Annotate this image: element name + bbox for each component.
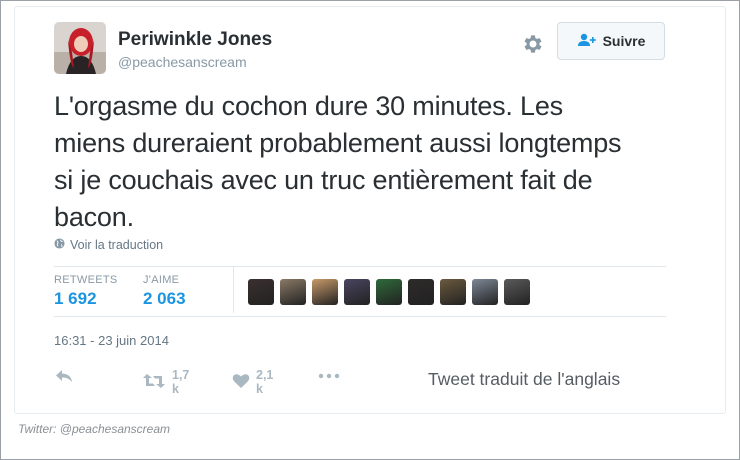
liker-avatar[interactable]	[504, 279, 530, 305]
like-count: 2,1 k	[256, 368, 274, 396]
tweet-timestamp[interactable]: 16:31 - 23 juin 2014	[54, 333, 169, 348]
retweets-label: RETWEETS	[54, 274, 118, 286]
liker-avatar[interactable]	[280, 279, 306, 305]
image-caption: Twitter: @peachesanscream	[18, 422, 171, 436]
likes-label: J'AIME	[143, 274, 180, 286]
retweet-button[interactable]: 1,7 k	[142, 368, 189, 396]
tweet-line: bacon.	[54, 202, 134, 232]
reply-button[interactable]	[54, 368, 74, 387]
tweet-line: miens dureraient probablement aussi long…	[54, 128, 622, 158]
translate-label: Voir la traduction	[70, 238, 164, 252]
divider	[54, 316, 666, 317]
tweet-line: L'orgasme du cochon dure 30 minutes. Les	[54, 91, 563, 121]
likes-count: 2 063	[143, 289, 186, 308]
like-button[interactable]: 2,1 k	[232, 368, 273, 396]
retweet-count: 1,7 k	[172, 368, 190, 396]
translate-link[interactable]: Voir la traduction	[54, 238, 163, 252]
more-button[interactable]	[318, 368, 340, 387]
retweet-icon	[142, 373, 166, 392]
add-user-icon	[577, 33, 597, 50]
tweet-line: si je couchais avec un truc entièrement …	[54, 165, 593, 195]
more-icon	[318, 368, 340, 387]
translated-note: Tweet traduit de l'anglais	[428, 369, 621, 389]
liker-avatar[interactable]	[408, 279, 434, 305]
follow-label: Suivre	[602, 33, 646, 49]
liker-avatar[interactable]	[312, 279, 338, 305]
likers-list	[248, 279, 530, 305]
globe-icon	[54, 238, 65, 252]
liker-avatar[interactable]	[344, 279, 370, 305]
display-name[interactable]: Periwinkle Jones	[118, 29, 272, 51]
liker-avatar[interactable]	[248, 279, 274, 305]
tweet-text: L'orgasme du cochon dure 30 minutes. Les…	[54, 88, 674, 236]
retweets-stat[interactable]: RETWEETS 1 692	[54, 274, 118, 309]
user-avatar[interactable]	[54, 22, 106, 74]
stats-separator	[233, 267, 234, 313]
liker-avatar[interactable]	[376, 279, 402, 305]
liker-avatar[interactable]	[440, 279, 466, 305]
reply-icon	[54, 368, 74, 387]
likes-stat[interactable]: J'AIME 2 063	[143, 274, 186, 309]
liker-avatar[interactable]	[472, 279, 498, 305]
retweets-count: 1 692	[54, 289, 97, 308]
user-handle[interactable]: @peachesanscream	[118, 54, 247, 70]
heart-icon	[232, 373, 250, 392]
follow-button[interactable]: Suivre	[557, 22, 665, 60]
divider	[54, 266, 666, 267]
gear-icon[interactable]	[521, 32, 545, 56]
